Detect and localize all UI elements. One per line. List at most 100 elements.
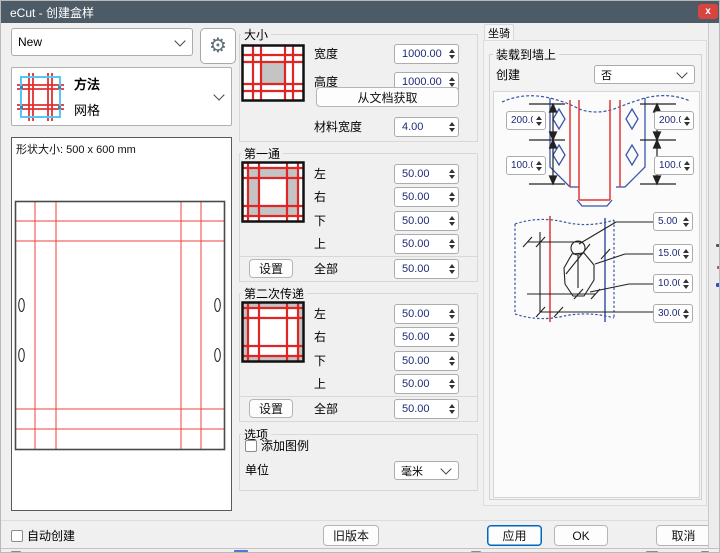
fp-right-label: 右 [314,187,326,207]
footer-separator [1,520,708,521]
spin-buttons[interactable] [446,328,458,346]
second-pass-grid-icon [241,301,305,363]
sp-top-spinner[interactable]: 50.00 [394,374,459,394]
spin-buttons[interactable] [680,275,692,292]
fp-top-value: 50.00 [395,238,446,250]
spin-buttons[interactable] [446,375,458,393]
add-legend-checkbox[interactable] [245,440,257,452]
preset-value: New [12,35,176,49]
material-width-label: 材料宽度 [314,117,362,137]
hole-dim4-spinner[interactable]: 30.00 [653,304,693,323]
spin-buttons[interactable] [446,165,458,183]
spin-buttons[interactable] [446,45,458,63]
cancel-button[interactable]: 取消 [656,525,711,546]
method-value: 网格 [74,100,215,119]
dialog-title: eCut - 创建盒样 [1,4,94,21]
dialog-titlebar[interactable]: eCut - 创建盒样 [1,1,720,23]
dim-left-top-spinner[interactable]: 200.00 [506,111,546,130]
sp-top-label: 上 [314,374,326,394]
spin-buttons[interactable] [533,112,545,129]
sp-bottom-value: 50.00 [395,355,446,367]
spin-buttons[interactable] [680,245,692,262]
width-label: 宽度 [314,44,338,64]
fp-all-value: 50.00 [395,263,446,275]
hole-dim3-spinner[interactable]: 10.00 [653,274,693,293]
spin-buttons[interactable] [681,157,693,174]
second-pass-title: 第二次传递 [241,287,307,301]
spin-buttons[interactable] [446,118,458,136]
mount-diagram-panel [493,91,700,498]
old-version-button[interactable]: 旧版本 [323,525,379,546]
spin-buttons[interactable] [446,400,458,418]
from-document-label: 从文档获取 [357,89,417,106]
sp-set-button[interactable]: 设置 [249,399,293,418]
dim-right-top-value: 200.00 [655,115,681,126]
size-grid-icon [241,44,305,102]
fp-top-label: 上 [314,234,326,254]
close-icon: x [705,7,711,17]
unit-combobox[interactable]: 毫米 [394,461,459,480]
from-document-button[interactable]: 从文档获取 [316,87,459,107]
fp-bottom-spinner[interactable]: 50.00 [394,211,459,231]
fp-top-spinner[interactable]: 50.00 [394,234,459,254]
fp-all-spinner[interactable]: 50.00 [394,259,459,279]
tab-mount[interactable]: 坐骑 [484,24,514,41]
fp-set-button[interactable]: 设置 [249,259,293,278]
grid-method-icon [17,73,64,121]
sp-left-spinner[interactable]: 50.00 [394,304,459,324]
apply-label: 应用 [502,527,526,544]
dim-left-bottom-value: 100.00 [507,160,533,171]
auto-create-label: 自动创建 [27,526,75,546]
spin-buttons[interactable] [533,157,545,174]
spin-buttons[interactable] [680,213,692,230]
width-spinner[interactable]: 1000.00 [394,44,459,64]
spin-buttons[interactable] [446,305,458,323]
spin-buttons[interactable] [681,112,693,129]
cancel-label: 取消 [671,527,695,544]
spin-buttons[interactable] [446,212,458,230]
sp-separator [240,396,477,397]
sp-right-spinner[interactable]: 50.00 [394,327,459,347]
spin-buttons[interactable] [446,352,458,370]
settings-button[interactable]: ⚙ [200,28,236,64]
hole-dim2-spinner[interactable]: 15.00 [653,244,693,263]
auto-create-checkbox[interactable] [11,530,23,542]
close-button[interactable]: x [698,4,718,19]
fp-right-spinner[interactable]: 50.00 [394,187,459,207]
dim-right-bottom-spinner[interactable]: 100.00 [654,156,694,175]
fp-separator [240,256,477,257]
tab-mount-label: 坐骑 [488,25,510,41]
spin-buttons[interactable] [446,260,458,278]
hole-dim1-spinner[interactable]: 5.00 [653,212,693,231]
apply-button[interactable]: 应用 [487,525,542,546]
fp-left-spinner[interactable]: 50.00 [394,164,459,184]
spin-buttons[interactable] [446,235,458,253]
sp-all-value: 50.00 [395,403,446,415]
method-combobox[interactable]: 方法 网格 [11,67,232,126]
ok-label: OK [572,529,589,543]
width-value: 1000.00 [395,48,446,60]
sp-right-label: 右 [314,327,326,347]
spin-buttons[interactable] [680,305,692,322]
fp-left-label: 左 [314,164,326,184]
mount-group-title: 装载到墙上 [493,48,559,62]
create-value: 否 [595,67,678,83]
fp-all-label: 全部 [314,259,338,279]
material-width-spinner[interactable]: 4.00 [394,117,459,137]
first-pass-grid-icon [241,161,305,223]
preset-combobox[interactable]: New [11,28,193,56]
add-legend-label: 添加图例 [261,436,309,456]
sp-bottom-spinner[interactable]: 50.00 [394,351,459,371]
chevron-down-icon [440,463,451,474]
fp-set-label: 设置 [259,260,283,277]
dim-left-bottom-spinner[interactable]: 100.00 [506,156,546,175]
dim-left-top-value: 200.00 [507,115,533,126]
box-layout-drawing [12,138,231,510]
hole-dim4-value: 30.00 [654,308,680,319]
ok-button[interactable]: OK [554,525,608,546]
fp-left-value: 50.00 [395,168,446,180]
create-combobox[interactable]: 否 [594,65,695,84]
spin-buttons[interactable] [446,188,458,206]
sp-all-spinner[interactable]: 50.00 [394,399,459,419]
dim-right-top-spinner[interactable]: 200.00 [654,111,694,130]
